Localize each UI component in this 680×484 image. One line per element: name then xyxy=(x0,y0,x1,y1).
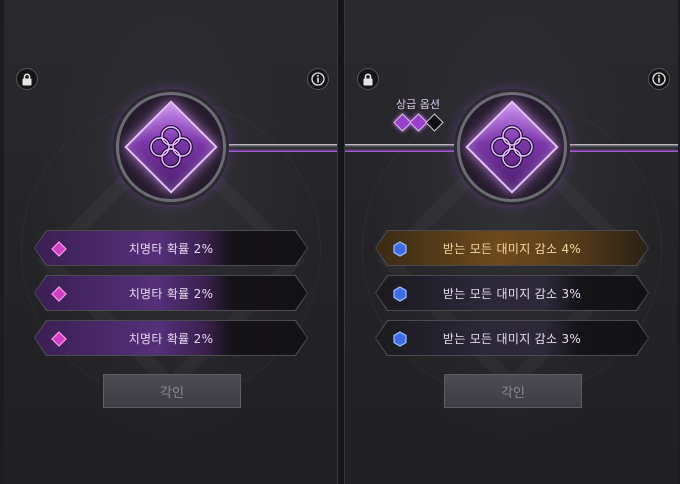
lock-icon[interactable] xyxy=(16,68,38,90)
engrave-option-3[interactable]: 받는 모든 대미지 감소 3% xyxy=(375,320,649,356)
engrave-option-2[interactable]: 치명타 확률 2% xyxy=(34,275,308,311)
lock-icon[interactable] xyxy=(357,68,379,90)
engrave-option-1[interactable]: 치명타 확률 2% xyxy=(34,230,308,266)
engraving-screen: 치명타 확률 2% 치명타 확률 2% 치명타 확률 2% 각인 상급 옵션 받… xyxy=(0,0,680,484)
info-icon[interactable] xyxy=(307,68,329,90)
option-label: 받는 모든 대미지 감소 3% xyxy=(442,286,582,301)
engrave-button[interactable]: 각인 xyxy=(444,374,582,408)
ability-stone-gem xyxy=(456,92,567,202)
ability-stone-gem xyxy=(115,92,226,202)
superior-option: 상급 옵션 xyxy=(389,96,447,132)
superior-option-label: 상급 옵션 xyxy=(396,98,440,111)
engrave-option-2[interactable]: 받는 모든 대미지 감소 3% xyxy=(375,275,649,311)
superior-pip-empty xyxy=(424,113,444,132)
engrave-option-1[interactable]: 받는 모든 대미지 감소 4% xyxy=(375,230,649,266)
pink-diamond-icon xyxy=(51,331,67,347)
info-icon[interactable] xyxy=(648,68,670,90)
superior-option-pips xyxy=(389,113,447,132)
left-engrave-panel: 치명타 확률 2% 치명타 확률 2% 치명타 확률 2% 각인 xyxy=(4,0,337,484)
celtic-knot-icon xyxy=(457,92,567,202)
option-label: 치명타 확률 2% xyxy=(128,331,214,346)
pink-diamond-icon xyxy=(51,241,67,257)
option-label: 치명타 확률 2% xyxy=(128,241,214,256)
blue-hexagon-icon xyxy=(392,241,408,257)
pink-diamond-icon xyxy=(51,286,67,302)
panel-divider xyxy=(337,0,345,484)
blue-hexagon-icon xyxy=(392,286,408,302)
option-label: 치명타 확률 2% xyxy=(128,286,214,301)
blue-hexagon-icon xyxy=(392,331,408,347)
engrave-option-3[interactable]: 치명타 확률 2% xyxy=(34,320,308,356)
option-label: 받는 모든 대미지 감소 3% xyxy=(442,331,582,346)
celtic-knot-icon xyxy=(116,92,226,202)
engrave-button[interactable]: 각인 xyxy=(103,374,241,408)
option-label: 받는 모든 대미지 감소 4% xyxy=(442,241,582,256)
right-engrave-panel: 상급 옵션 받는 모든 대미지 감소 4% 받는 모든 대미지 감소 3% 받는… xyxy=(345,0,678,484)
